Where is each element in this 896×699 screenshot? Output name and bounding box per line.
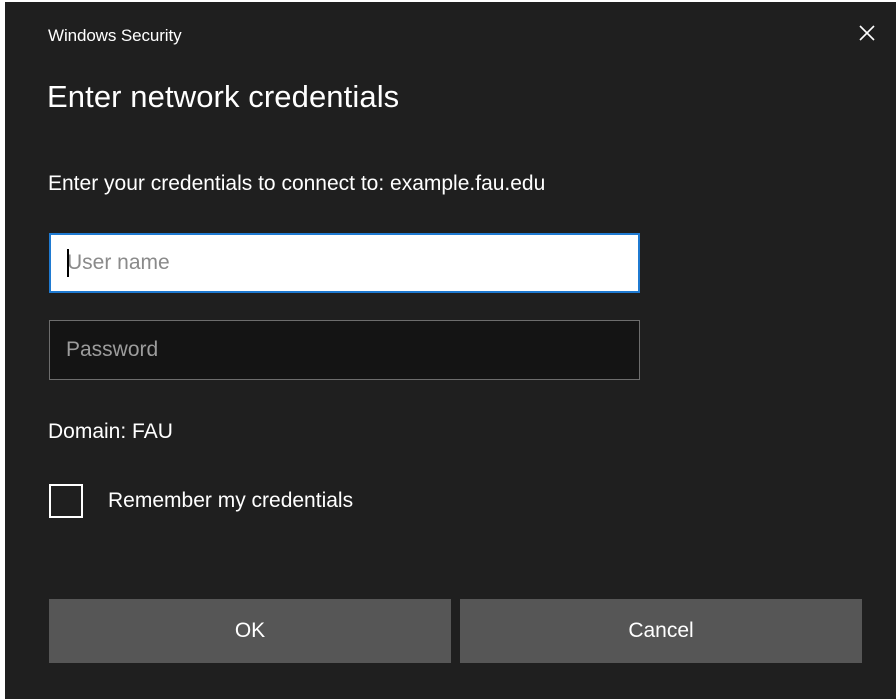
dialog-heading: Enter network credentials — [47, 79, 400, 114]
username-input[interactable] — [49, 233, 640, 293]
remember-checkbox[interactable] — [49, 484, 83, 518]
cancel-button[interactable]: Cancel — [460, 599, 862, 663]
remember-label: Remember my credentials — [108, 489, 354, 512]
close-button[interactable] — [852, 18, 882, 48]
password-input[interactable] — [49, 320, 640, 380]
close-icon — [859, 25, 875, 41]
remember-credentials[interactable]: Remember my credentials — [49, 484, 353, 518]
domain-label: Domain: FAU — [48, 420, 173, 443]
text-caret — [67, 249, 69, 277]
window-title: Windows Security — [48, 26, 182, 45]
connect-prompt: Enter your credentials to connect to: ex… — [48, 172, 546, 195]
ok-button[interactable]: OK — [49, 599, 451, 663]
credentials-dialog: Windows Security Enter network credentia… — [5, 2, 896, 699]
